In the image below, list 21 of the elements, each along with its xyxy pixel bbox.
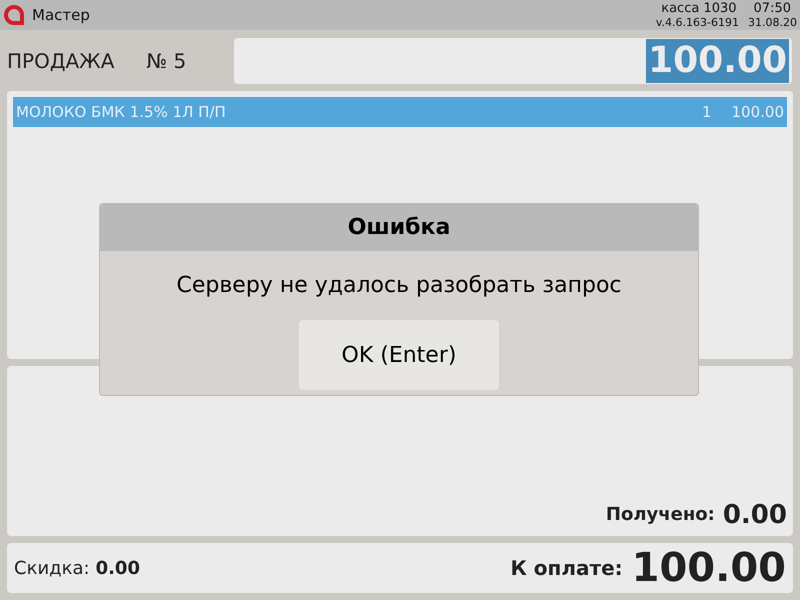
- version-label: v.4.6.163-6191: [656, 16, 740, 29]
- date-label: 31.08.20: [748, 16, 797, 29]
- ok-button[interactable]: OK (Enter): [299, 320, 499, 390]
- received-amount: 0.00: [722, 500, 787, 530]
- amount-due: 100.00: [632, 546, 786, 590]
- amount-due-label: К оплате:: [510, 555, 623, 582]
- logo-icon: [4, 5, 24, 25]
- sale-number: № 5: [146, 48, 186, 75]
- discount-label: Скидка:: [14, 556, 90, 580]
- dialog-message: Серверу не удалось разобрать запрос: [176, 272, 622, 300]
- app-name: Мастер: [32, 4, 90, 26]
- register-label: касса 1030: [661, 1, 737, 16]
- total-amount: 100.00: [646, 39, 789, 83]
- item-name: МОЛОКО БМК 1.5% 1Л П/П: [16, 102, 226, 123]
- item-quantity: 1: [702, 102, 712, 123]
- dialog-title: Ошибка: [348, 214, 450, 242]
- received-label: Получено:: [606, 503, 715, 527]
- item-price: 100.00: [732, 102, 784, 123]
- discount-amount: 0.00: [96, 556, 140, 580]
- sale-title: ПРОДАЖА: [7, 48, 114, 75]
- clock-time: 07:50: [754, 1, 791, 16]
